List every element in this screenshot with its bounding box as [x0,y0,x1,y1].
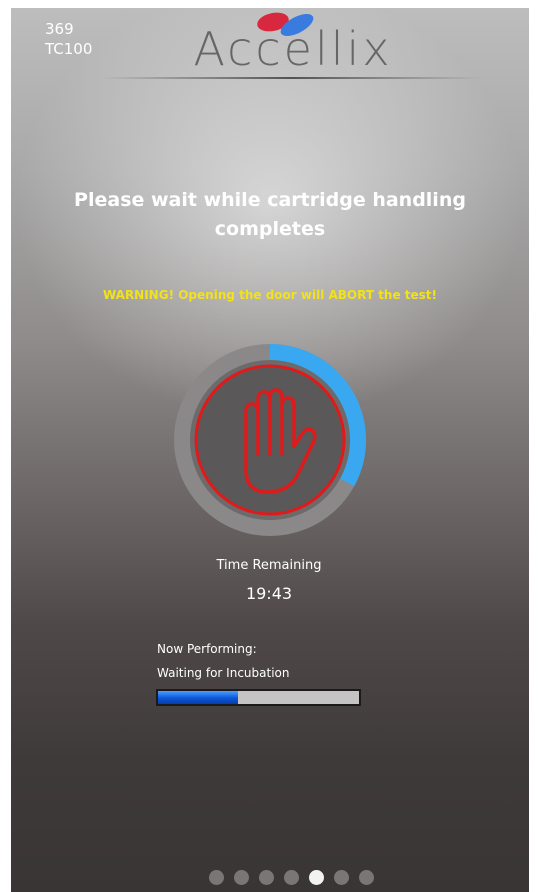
logo-text: Accellix [193,22,393,76]
device-number: 369 [45,20,74,38]
activity-progress-fill [158,691,239,704]
time-remaining-value: 19:43 [245,584,293,603]
activity-progress-track [158,691,359,704]
logo-divider [101,77,481,79]
page-dot [309,870,324,885]
page-indicator [209,870,374,885]
time-remaining-label: Time Remaining [216,558,322,573]
now-performing-label: Now Performing: [157,642,257,656]
door-warning: WARNING! Opening the door will ABORT the… [102,288,438,302]
device-model: TC100 [45,40,93,58]
page-dot [259,870,274,885]
activity-progress-bar [156,689,361,706]
status-title: Please wait while cartridge handling com… [74,189,466,240]
now-performing-value: Waiting for Incubation [157,666,290,680]
timer-ring [174,344,366,536]
page-dot [334,870,349,885]
page-dot [359,870,374,885]
screen: 369 TC100 Accellix Please wait while car… [11,8,529,892]
page-dot [209,870,224,885]
page-dot [234,870,249,885]
page-dot [284,870,299,885]
